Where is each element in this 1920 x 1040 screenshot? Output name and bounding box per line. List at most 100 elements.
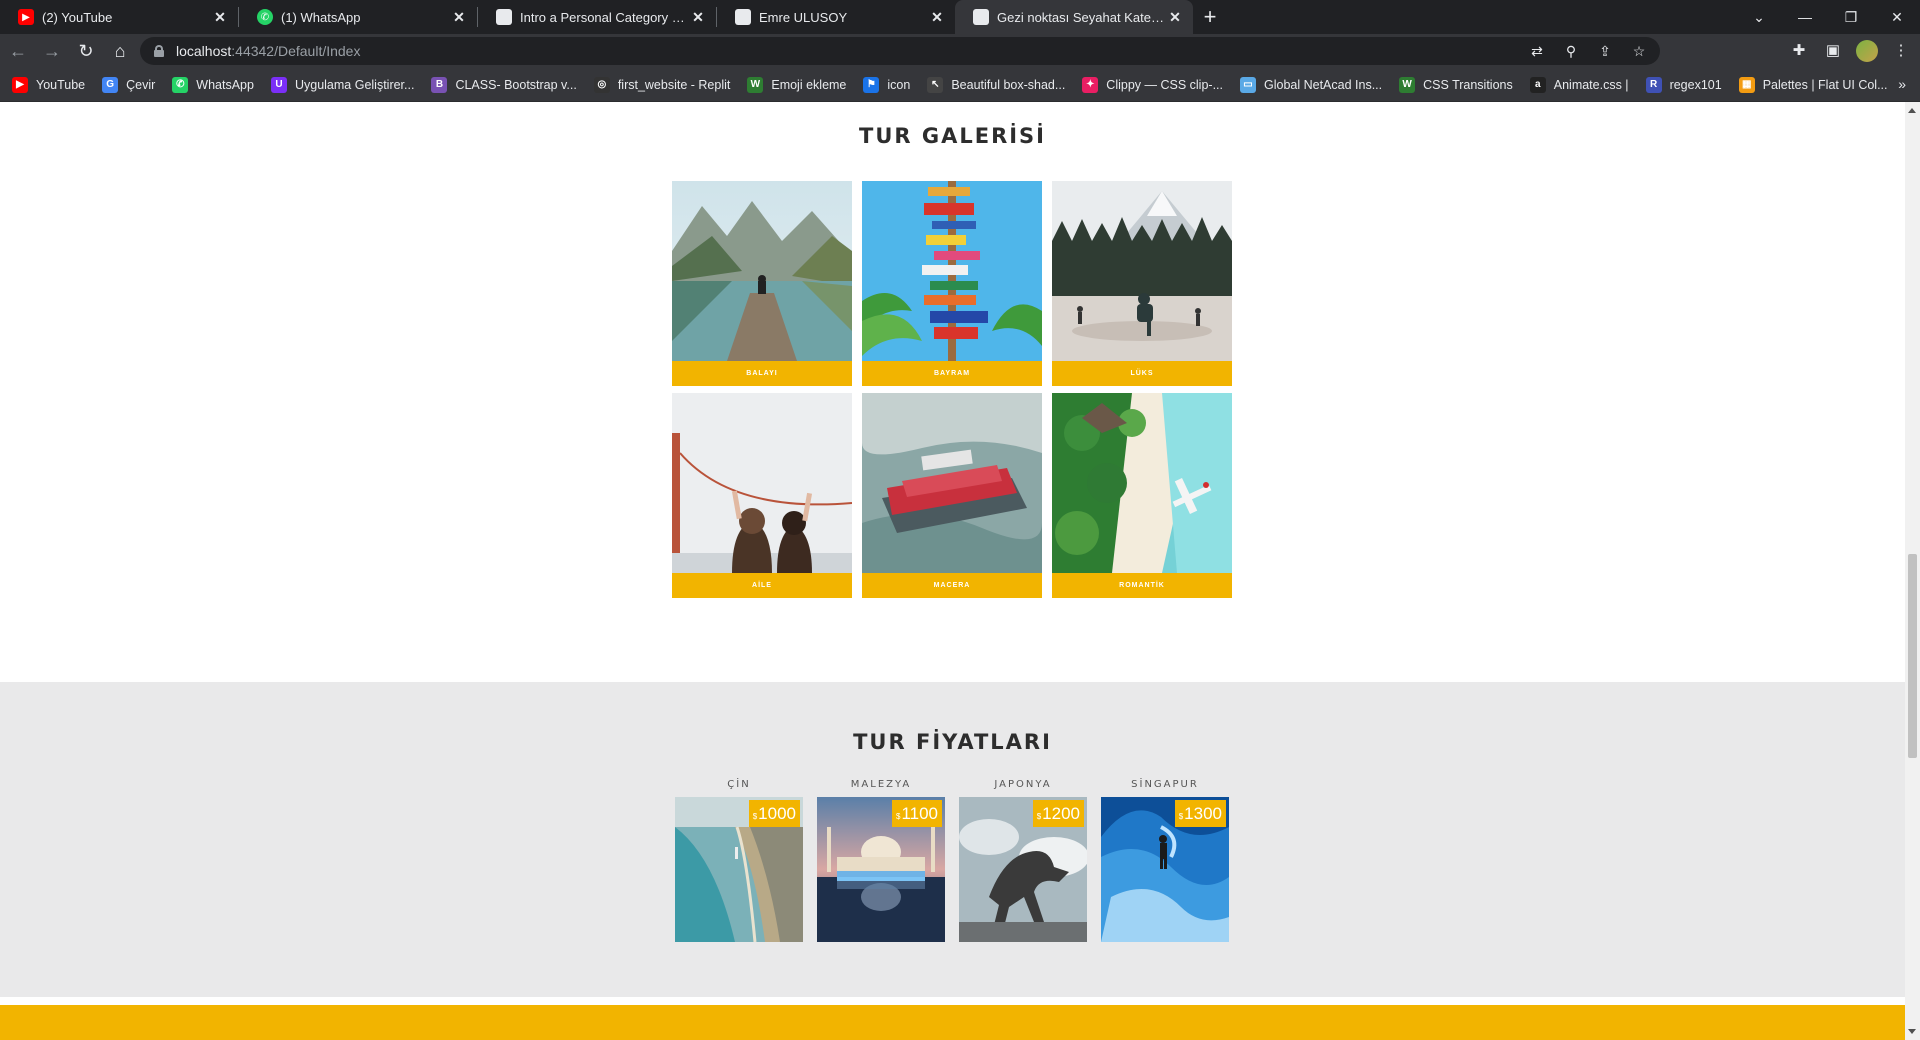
bookmark-star-icon[interactable]: ☆ — [1630, 41, 1648, 61]
price-image: $1100 — [817, 797, 945, 942]
home-button[interactable]: ⌂ — [104, 35, 136, 67]
close-icon[interactable]: ✕ — [929, 9, 945, 25]
lock-icon[interactable] — [154, 45, 164, 57]
youtube-icon: ▶ — [18, 9, 34, 25]
toolbar-right: ✚ ▣ ⋮ — [1788, 39, 1912, 63]
tab-search-icon[interactable]: ⌄ — [1736, 0, 1782, 34]
gallery-card[interactable]: MACERA — [862, 393, 1042, 598]
tab-youtube[interactable]: ▶ (2) YouTube ✕ — [0, 0, 238, 34]
close-icon[interactable]: ✕ — [690, 9, 706, 25]
url-text[interactable]: localhost:44342/Default/Index — [176, 43, 360, 59]
bookmark-item[interactable]: ✆ WhatsApp — [172, 76, 254, 93]
bookmark-item[interactable]: ▦ Palettes | Flat UI Col... — [1738, 76, 1888, 93]
bookmark-favicon-icon: W — [747, 76, 764, 93]
page-icon — [496, 9, 512, 25]
zoom-icon[interactable]: ⚲ — [1562, 41, 1580, 61]
price-card[interactable]: ÇİN $1000 — [675, 776, 803, 942]
tab-emre-ulusoy[interactable]: Emre ULUSOY ✕ — [717, 0, 955, 34]
gallery-card[interactable]: LÜKS — [1052, 181, 1232, 386]
tour-gallery-section: TUR GALERİSİ BALAYI BAYRAM LÜKS AİLE MACERA R… — [0, 102, 1905, 683]
bookmark-item[interactable]: Rregex101 — [1645, 76, 1722, 93]
scrollbar-thumb[interactable] — [1908, 554, 1917, 758]
restore-button[interactable]: ❐ — [1828, 0, 1874, 34]
bookmark-item[interactable]: U Uygulama Geliştirer... — [270, 76, 415, 93]
price-country: JAPONYA — [994, 779, 1052, 790]
address-bar[interactable]: localhost:44342/Default/Index ⇄ ⚲ ⇪ ☆ — [140, 37, 1660, 65]
close-icon[interactable]: ✕ — [212, 9, 228, 25]
bookmark-favicon-icon: ⚑ — [863, 76, 880, 93]
bookmark-item[interactable]: G Çevir — [102, 76, 156, 93]
price-card[interactable]: SİNGAPUR $1300 — [1101, 776, 1229, 942]
bookmark-favicon-icon: ▶ — [12, 76, 28, 93]
bookmark-favicon-icon: B — [431, 76, 448, 93]
tab-intro-bootstrap[interactable]: Intro a Personal Category bootstr ✕ — [478, 0, 716, 34]
extensions-icon[interactable]: ✚ — [1788, 39, 1810, 63]
bookmark-favicon-icon: ◎ — [593, 76, 610, 93]
bookmark-item[interactable]: ▶ YouTube — [12, 76, 86, 93]
bookmark-label: Uygulama Geliştirer... — [294, 77, 415, 92]
window-controls: ⌄ — ❐ ✕ — [1736, 0, 1920, 34]
price-card[interactable]: MALEZYA $1100 — [817, 776, 945, 942]
translate-icon[interactable]: ⇄ — [1528, 41, 1546, 61]
bookmark-favicon-icon: G — [102, 76, 119, 93]
back-button[interactable]: ← — [2, 35, 34, 67]
gallery-image — [1052, 181, 1232, 361]
price-badge: $1000 — [748, 800, 800, 827]
window-close-button[interactable]: ✕ — [1874, 0, 1920, 34]
gallery-card[interactable]: BALAYI — [672, 181, 852, 386]
minimize-button[interactable]: — — [1782, 0, 1828, 34]
price-currency: $ — [895, 811, 901, 821]
bookmark-item[interactable]: a Animate.css | — [1529, 76, 1629, 93]
gallery-image — [672, 393, 852, 573]
price-card[interactable]: JAPONYA $1200 — [959, 776, 1087, 942]
price-image: $1200 — [959, 797, 1087, 942]
bookmark-item[interactable]: ↖ Beautiful box-shad... — [927, 76, 1065, 93]
bookmark-favicon-icon: ▦ — [1738, 76, 1755, 93]
tab-gezi-noktasi[interactable]: Gezi noktası Seyahat Kategorisi D ✕ — [955, 0, 1193, 34]
tab-title: (2) YouTube — [42, 9, 113, 25]
gallery-title: TUR GALERİSİ — [859, 124, 1046, 148]
reload-button[interactable]: ↻ — [70, 35, 102, 67]
tab-whatsapp[interactable]: ✆ (1) WhatsApp ✕ — [239, 0, 477, 34]
bookmark-favicon-icon: ✦ — [1082, 76, 1099, 93]
footer-band — [0, 1005, 1905, 1040]
gallery-image — [862, 393, 1042, 573]
page-icon — [973, 9, 989, 25]
menu-icon[interactable]: ⋮ — [1890, 39, 1912, 63]
bookmark-item[interactable]: ◎ first_website - Replit — [593, 76, 730, 93]
price-amount: 1000 — [758, 803, 796, 823]
price-image: $1000 — [675, 797, 803, 942]
bookmark-label: Palettes | Flat UI Col... — [1762, 77, 1888, 92]
bookmark-item[interactable]: ⚑ icon — [863, 76, 910, 93]
gallery-card[interactable]: AİLE — [672, 393, 852, 598]
scroll-down-arrow[interactable] — [1908, 1029, 1916, 1034]
bookmark-label: YouTube — [36, 77, 86, 92]
scroll-up-arrow[interactable] — [1908, 108, 1916, 113]
bookmarks-bar: ▶ YouTube G Çevir ✆ WhatsApp U Uygulama Gelişti… — [0, 68, 1920, 102]
bookmark-item[interactable]: B CLASS- Bootstrap v... — [431, 76, 577, 93]
profile-avatar[interactable] — [1856, 40, 1878, 62]
side-panel-icon[interactable]: ▣ — [1822, 39, 1844, 63]
gallery-card[interactable]: ROMANTİK — [1052, 393, 1232, 598]
bookmark-label: Çevir — [126, 77, 156, 92]
gallery-card[interactable]: BAYRAM — [862, 181, 1042, 386]
browser-tab-bar: ▶ (2) YouTube ✕ ✆ (1) WhatsApp ✕ Intro a… — [0, 0, 1920, 34]
bookmark-favicon-icon: R — [1645, 76, 1662, 93]
forward-button[interactable]: → — [36, 35, 68, 67]
bookmarks-overflow-icon[interactable]: » — [1898, 76, 1906, 92]
bookmark-item[interactable]: ✦ Clippy — CSS clip-... — [1082, 76, 1223, 93]
close-icon[interactable]: ✕ — [451, 9, 467, 25]
bookmark-favicon-icon: ↖ — [927, 76, 944, 93]
price-amount: 1100 — [901, 803, 938, 823]
new-tab-button[interactable]: + — [1193, 0, 1227, 34]
bookmark-item[interactable]: W Emoji ekleme — [747, 76, 846, 93]
price-currency: $ — [752, 811, 758, 821]
bookmark-label: Clippy — CSS clip-... — [1106, 77, 1223, 92]
share-icon[interactable]: ⇪ — [1596, 41, 1614, 61]
url-path: :44342/Default/Index — [231, 43, 361, 59]
bookmark-item[interactable]: W CSS Transitions — [1399, 76, 1513, 93]
close-icon[interactable]: ✕ — [1167, 9, 1183, 25]
bookmark-favicon-icon: ✆ — [172, 76, 189, 93]
bookmark-item[interactable]: ▭ Global NetAcad Ins... — [1240, 76, 1382, 93]
page-scrollbar[interactable] — [1905, 102, 1920, 1040]
